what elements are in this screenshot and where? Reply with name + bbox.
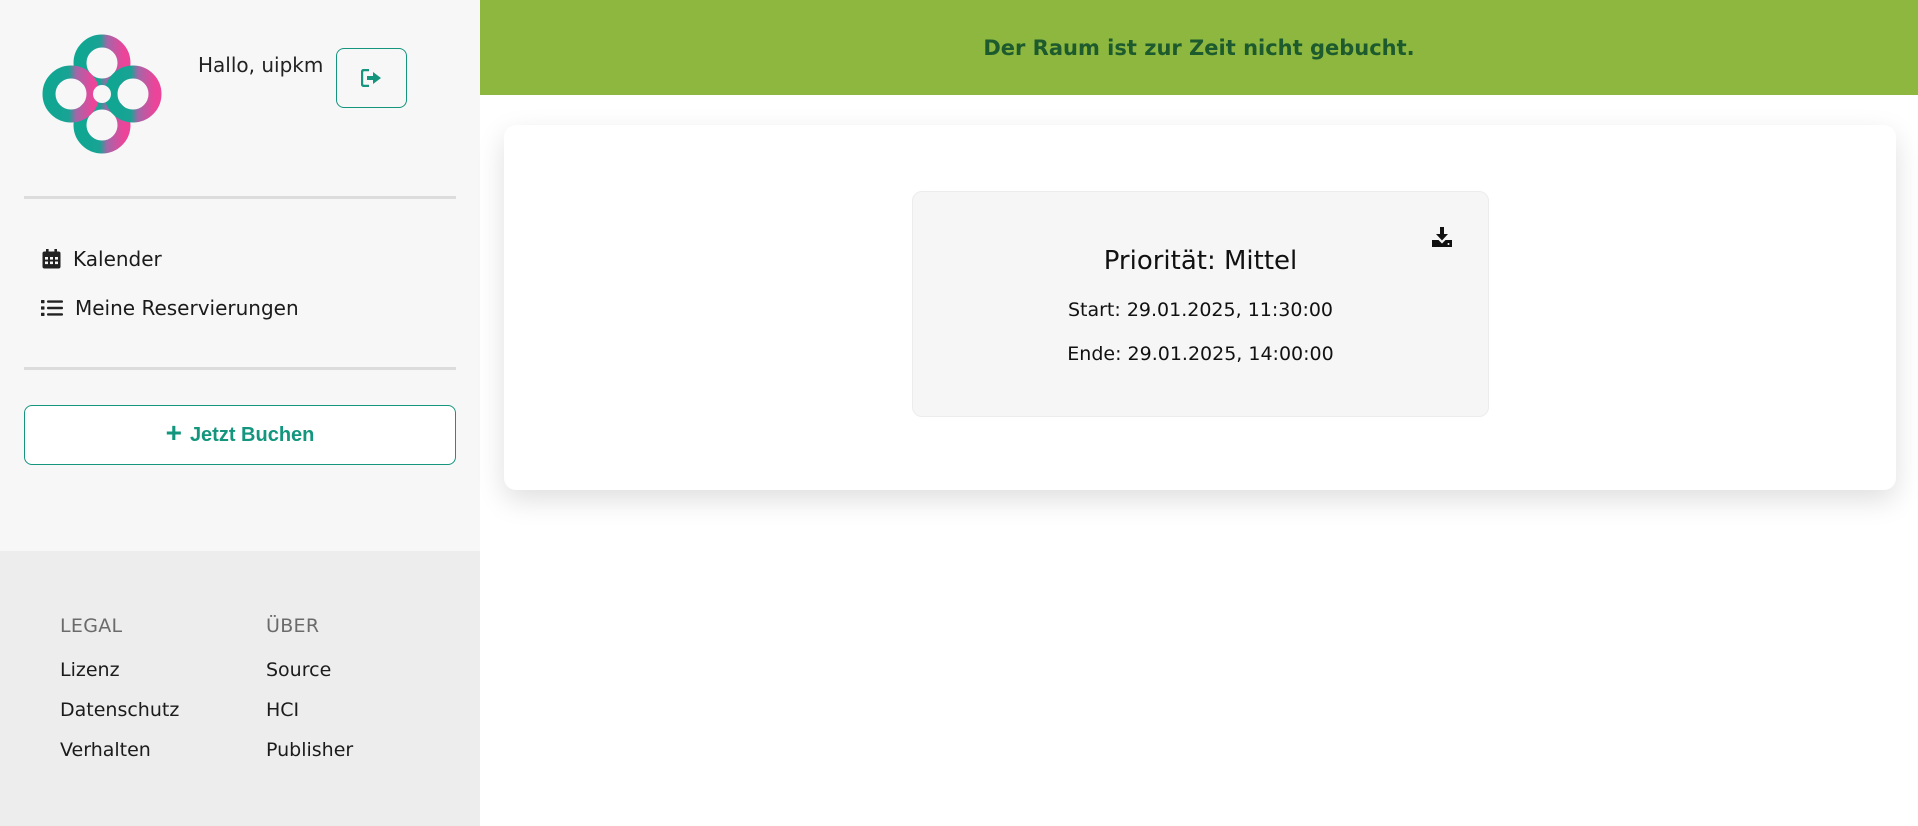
booking-details: Priorität: Mittel Start: 29.01.2025, 11:… [912, 191, 1489, 417]
booking-priority: Priorität: Mittel [1103, 246, 1298, 276]
sign-out-icon [360, 69, 381, 87]
nav-item-kalender[interactable]: Kalender [41, 247, 162, 271]
booking-end: Ende: 29.01.2025, 14:00:00 [1067, 343, 1334, 365]
calendar-icon [41, 249, 61, 269]
nav-label-meine-reservierungen: Meine Reservierungen [75, 296, 299, 320]
footer-link-verhalten[interactable]: Verhalten [60, 739, 179, 761]
footer-legal: LEGAL Lizenz Datenschutz Verhalten [60, 615, 179, 779]
book-now-label: Jetzt Buchen [189, 423, 315, 446]
sidebar: Hallo, uipkm Kalender Meine Reservierung… [0, 0, 480, 826]
status-message: Der Raum ist zur Zeit nicht gebucht. [983, 35, 1415, 60]
footer-link-hci[interactable]: HCI [266, 699, 353, 721]
footer-heading-legal: LEGAL [60, 615, 123, 637]
logout-button[interactable] [336, 48, 407, 108]
booking-start: Start: 29.01.2025, 11:30:00 [1067, 299, 1334, 321]
nav-label-kalender: Kalender [73, 247, 162, 271]
footer-link-datenschutz[interactable]: Datenschutz [60, 699, 179, 721]
clover-logo [42, 34, 162, 154]
nav-item-meine-reservierungen[interactable]: Meine Reservierungen [41, 296, 299, 320]
sidebar-divider [24, 367, 456, 370]
sidebar-footer: LEGAL Lizenz Datenschutz Verhalten ÜBER … [0, 551, 480, 826]
sidebar-top: Hallo, uipkm Kalender Meine Reservierung… [0, 0, 480, 551]
booking-card: Priorität: Mittel Start: 29.01.2025, 11:… [504, 125, 1896, 490]
footer-about: ÜBER Source HCI Publisher [266, 615, 353, 779]
footer-link-publisher[interactable]: Publisher [266, 739, 353, 761]
sidebar-divider [24, 196, 456, 199]
download-icon [1432, 227, 1452, 247]
list-icon [41, 298, 63, 318]
status-banner: Der Raum ist zur Zeit nicht gebucht. [480, 0, 1918, 95]
user-greeting: Hallo, uipkm [198, 53, 324, 77]
footer-heading-ueber: ÜBER [266, 615, 320, 637]
footer-link-source[interactable]: Source [266, 659, 353, 681]
book-now-button[interactable]: + Jetzt Buchen [24, 405, 456, 465]
footer-link-lizenz[interactable]: Lizenz [60, 659, 179, 681]
plus-icon: + [165, 417, 182, 448]
